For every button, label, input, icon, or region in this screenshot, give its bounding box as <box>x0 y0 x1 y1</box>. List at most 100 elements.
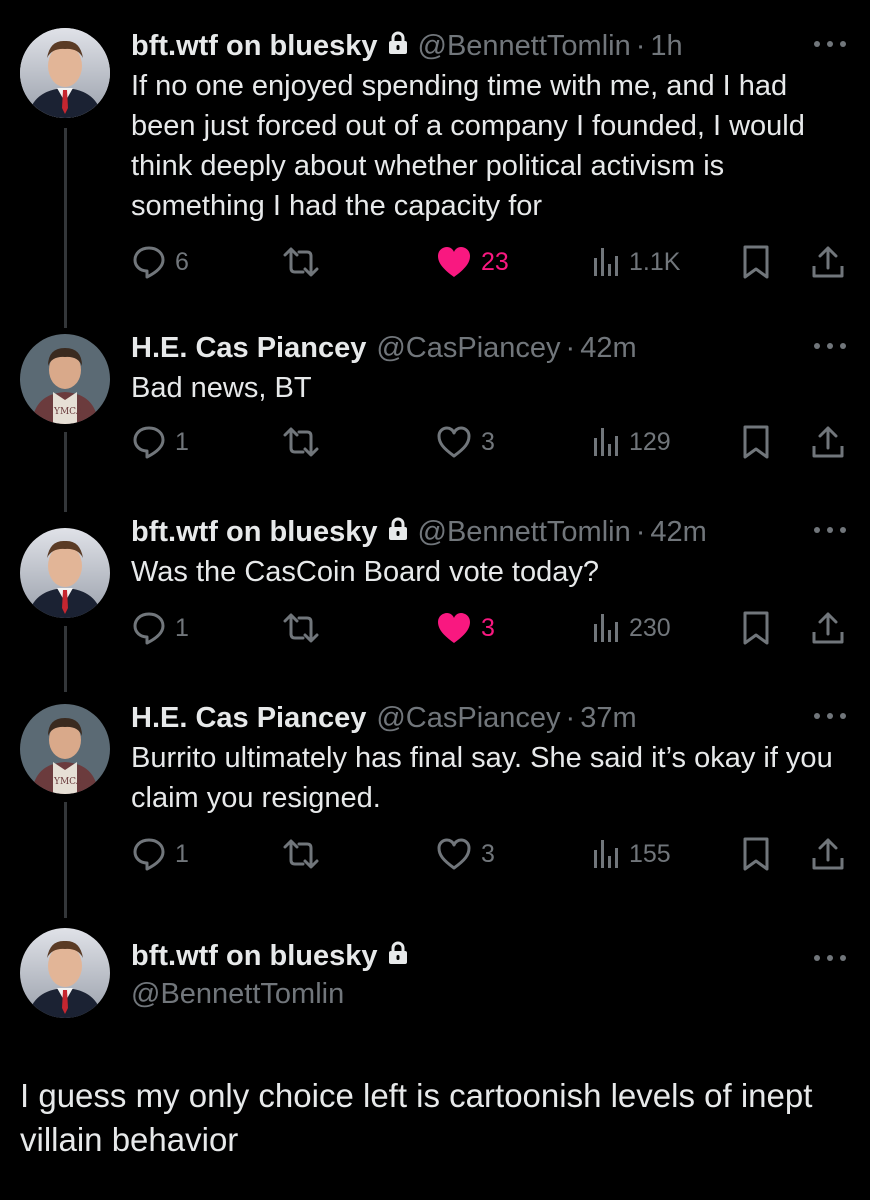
thread-line <box>64 802 67 918</box>
tweet-4[interactable]: YMCA H.E. Cas Piancey @CasPiancey · 37m … <box>0 700 870 920</box>
timestamp[interactable]: 42m <box>650 514 706 550</box>
display-name[interactable]: bft.wtf on bluesky <box>131 514 378 550</box>
retweet-button[interactable] <box>281 608 329 648</box>
tweet-text: Was the CasCoin Board vote today? <box>131 556 600 588</box>
avatar[interactable] <box>20 528 110 618</box>
display-name[interactable]: H.E. Cas Piancey <box>131 700 366 736</box>
retweet-button[interactable] <box>281 422 329 462</box>
user-handle[interactable]: @CasPiancey <box>376 330 560 366</box>
lock-icon <box>388 514 408 550</box>
more-options-icon[interactable] <box>814 34 846 54</box>
action-bar: 1 3 129 <box>131 422 846 462</box>
like-button[interactable]: 3 <box>435 608 495 648</box>
bookmark-icon <box>743 611 769 645</box>
more-options-icon[interactable] <box>814 948 846 968</box>
avatar[interactable]: YMCA <box>20 334 110 424</box>
bookmark-button[interactable] <box>741 608 771 648</box>
timestamp[interactable]: 42m <box>580 330 636 366</box>
retweet-button[interactable] <box>281 834 329 874</box>
like-button[interactable]: 3 <box>435 422 495 462</box>
bookmark-button[interactable] <box>741 422 771 462</box>
view-count: 129 <box>629 427 671 456</box>
avatar[interactable] <box>20 928 110 1018</box>
timestamp[interactable]: 1h <box>650 28 682 64</box>
views-button[interactable]: 155 <box>591 834 671 874</box>
share-icon <box>812 426 844 458</box>
views-icon <box>594 840 618 868</box>
separator-dot: · <box>635 30 646 62</box>
user-handle[interactable]: @CasPiancey <box>376 700 560 736</box>
bookmark-button[interactable] <box>741 834 771 874</box>
like-count: 3 <box>481 839 495 868</box>
share-button[interactable] <box>811 608 845 648</box>
heart-outline-icon <box>437 426 471 458</box>
reply-button[interactable]: 6 <box>131 242 189 282</box>
tweet-header: H.E. Cas Piancey @CasPiancey · 37m <box>131 700 637 736</box>
tweet-text: Bad news, BT <box>131 372 312 404</box>
heart-filled-icon <box>438 247 470 277</box>
views-button[interactable]: 129 <box>591 422 671 462</box>
user-handle[interactable]: @BennettTomlin <box>418 28 631 64</box>
heart-filled-icon <box>438 613 470 643</box>
reply-button[interactable]: 1 <box>131 608 189 648</box>
separator-dot: · <box>565 332 576 364</box>
retweet-button[interactable] <box>281 242 329 282</box>
bookmark-icon <box>743 837 769 871</box>
reply-icon <box>133 838 165 871</box>
thread-line <box>64 128 67 328</box>
reply-button[interactable]: 1 <box>131 834 189 874</box>
reply-icon <box>133 426 165 459</box>
view-count: 155 <box>629 839 671 868</box>
tweet-header: bft.wtf on bluesky @BennettTomlin · 1h <box>131 28 683 64</box>
action-bar: 1 3 230 <box>131 608 846 648</box>
like-button[interactable]: 3 <box>435 834 495 874</box>
display-name[interactable]: H.E. Cas Piancey <box>131 330 366 366</box>
share-button[interactable] <box>811 834 845 874</box>
tweet-header: bft.wtf on bluesky @BennettTomlin · 42m <box>131 514 707 550</box>
retweet-icon <box>283 247 319 277</box>
share-icon <box>812 612 844 644</box>
user-handle[interactable]: @BennettTomlin <box>131 976 418 1012</box>
thread-line <box>64 432 67 512</box>
user-handle[interactable]: @BennettTomlin <box>418 514 631 550</box>
bookmark-icon <box>743 245 769 279</box>
heart-outline-icon <box>437 838 471 870</box>
reply-count: 1 <box>175 613 189 642</box>
views-button[interactable]: 1.1K <box>591 242 680 282</box>
svg-text:YMCA: YMCA <box>53 407 83 417</box>
display-name[interactable]: bft.wtf on bluesky <box>131 938 378 974</box>
views-icon <box>594 614 618 642</box>
bookmark-button[interactable] <box>741 242 771 282</box>
tweet-2[interactable]: YMCA H.E. Cas Piancey @CasPiancey · 42m … <box>0 330 870 512</box>
more-options-icon[interactable] <box>814 336 846 356</box>
lock-icon <box>388 28 408 64</box>
tweet-header: H.E. Cas Piancey @CasPiancey · 42m <box>131 330 637 366</box>
more-options-icon[interactable] <box>814 520 846 540</box>
like-count: 3 <box>481 427 495 456</box>
tweet-text: Burrito ultimately has final say. She sa… <box>131 742 833 814</box>
display-name[interactable]: bft.wtf on bluesky <box>131 28 378 64</box>
reply-count: 6 <box>175 247 189 276</box>
avatar[interactable]: YMCA <box>20 704 110 794</box>
tweet-3[interactable]: bft.wtf on bluesky @BennettTomlin · 42m … <box>0 514 870 692</box>
action-bar: 6 23 1.1K <box>131 242 846 282</box>
like-button[interactable]: 23 <box>435 242 509 282</box>
separator-dot: · <box>565 702 576 734</box>
share-button[interactable] <box>811 422 845 462</box>
reply-button[interactable]: 1 <box>131 422 189 462</box>
timestamp[interactable]: 37m <box>580 700 636 736</box>
avatar[interactable] <box>20 28 110 118</box>
reply-count: 1 <box>175 839 189 868</box>
like-count: 3 <box>481 613 495 642</box>
more-options-icon[interactable] <box>814 706 846 726</box>
reply-count: 1 <box>175 427 189 456</box>
bookmark-icon <box>743 425 769 459</box>
lock-icon <box>388 938 408 974</box>
view-count: 230 <box>629 613 671 642</box>
tweet-1[interactable]: bft.wtf on bluesky @BennettTomlin · 1h I… <box>0 28 870 328</box>
tweet-text: If no one enjoyed spending time with me,… <box>131 70 805 222</box>
separator-dot: · <box>635 516 646 548</box>
share-button[interactable] <box>811 242 845 282</box>
share-icon <box>812 246 844 278</box>
views-button[interactable]: 230 <box>591 608 671 648</box>
